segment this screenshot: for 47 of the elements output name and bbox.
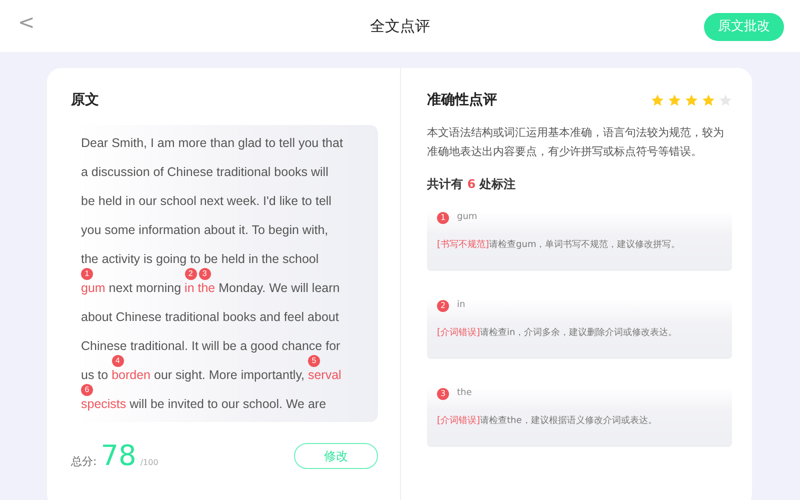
error-number-badge: 2 (184, 268, 197, 280)
error-number-badge: 1 (81, 268, 93, 280)
original-correction-button[interactable]: 原文批改 (704, 13, 784, 40)
essay-text: next morning (108, 281, 182, 295)
error-word[interactable]: serval (308, 368, 342, 382)
section-title: 原文 (71, 91, 100, 110)
annotation-number-badge: 1 (437, 212, 449, 224)
essay-text: Monday. We will learn (218, 281, 340, 295)
error-number-badge: 4 (112, 355, 124, 367)
annotation-word: the (457, 387, 472, 400)
annotation-comment: [介词错误]请检查in，介词多余，建议删除介词或修改表达。 (437, 326, 678, 340)
page-title: 全文点评 (370, 16, 430, 37)
star-icon (668, 94, 681, 107)
annotation-comment: [介词错误]请检查the，建议根据语义修改介词或表达。 (437, 414, 658, 428)
essay-text: Chinese traditional. It will be a good chance for (81, 339, 340, 353)
essay-text: you some information about it. To begin with, (81, 223, 328, 237)
annotation-count: 共计有 6 处标注 (427, 176, 517, 193)
essay-text: a discussion of Chinese traditional books will (81, 165, 328, 179)
review-summary: 本文语法结构或词汇运用基本准确，语言句法较为规范，较为准确地表达出内容要点，有少许拼写或标点符号等错误。 (427, 125, 725, 160)
annotation-word: in (457, 299, 466, 312)
annotation-number-badge: 3 (437, 388, 449, 400)
edit-button[interactable]: 修改 (294, 443, 378, 470)
error-word[interactable]: borden (112, 368, 151, 382)
error-number-badge: 5 (308, 355, 320, 367)
essay-text: us to (81, 368, 110, 382)
score-value: 78 (100, 442, 136, 470)
essay-text: be held in our school next week. I'd like to tell (81, 194, 332, 208)
error-number-badge: 6 (81, 384, 93, 396)
annotation-word: gum (457, 211, 478, 224)
essay-text: Dear Smith, I am more than glad to tell you that (81, 136, 343, 150)
section-title: 准确性点评 (427, 91, 497, 110)
star-icon (651, 94, 664, 107)
error-word[interactable]: gum (81, 281, 106, 295)
essay-text: will be invited to our school. We are (128, 397, 326, 411)
error-word[interactable]: specists (81, 397, 126, 411)
score-max: /100 (140, 457, 158, 469)
score-label: 总分: (71, 454, 97, 470)
error-number-badge: 3 (198, 268, 211, 280)
essay-text: our sight. More importantly, (152, 368, 306, 382)
star-icon (685, 94, 698, 107)
annotation-number-badge: 2 (437, 300, 449, 312)
essay-text: the activity is going to be held in the school (81, 252, 319, 266)
star-icon (702, 94, 715, 107)
essay-text: about Chinese traditional books and feel about (81, 310, 339, 324)
annotation-comment: [书写不规范]请检查gum，单词书写不规范，建议修改拼写。 (437, 238, 682, 252)
error-word[interactable]: in the (184, 281, 216, 295)
back-button[interactable]: < (18, 12, 35, 32)
